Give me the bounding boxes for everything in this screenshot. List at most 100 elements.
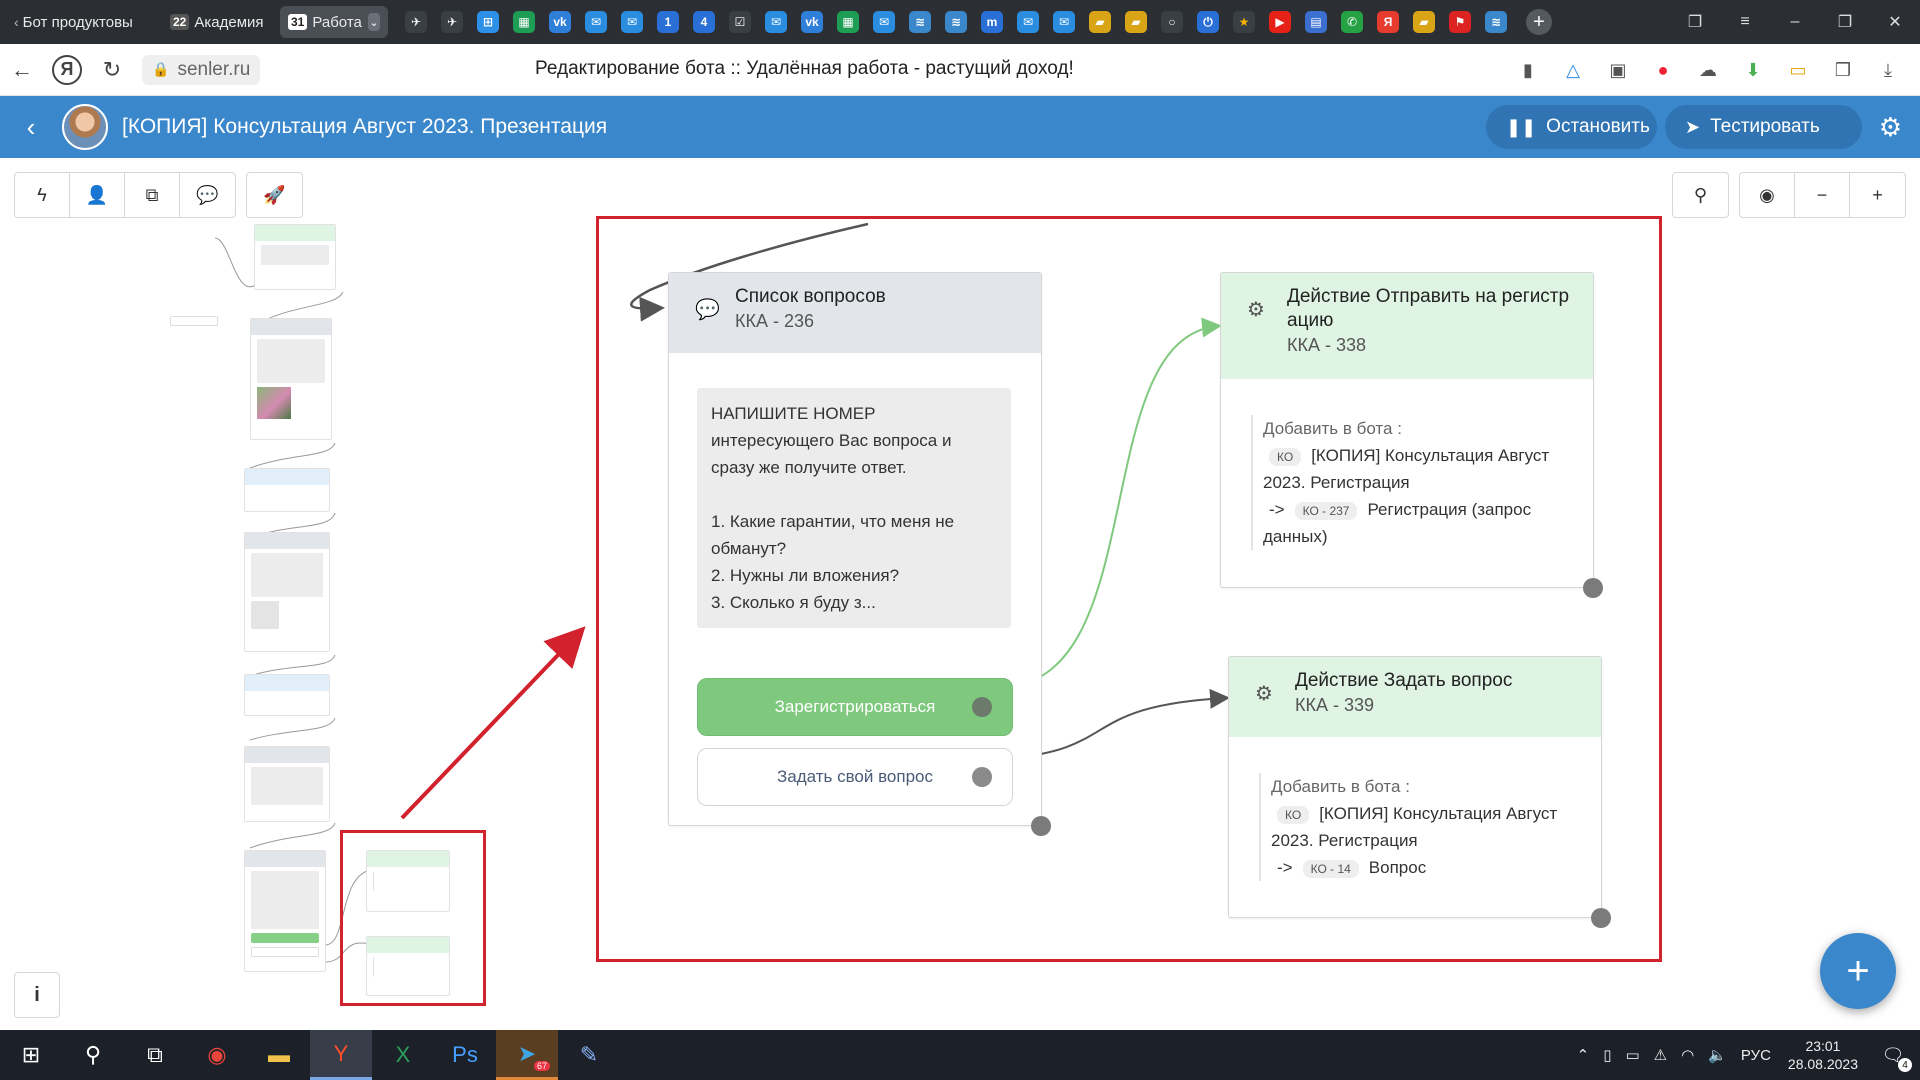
register-button[interactable]: Зарегистрироваться (697, 678, 1013, 736)
minimap-node[interactable] (244, 468, 330, 512)
back-arrow-icon[interactable]: ← (0, 57, 44, 83)
whatsapp-icon[interactable]: ✆ (1341, 11, 1363, 33)
wifi-icon[interactable]: ◠ (1681, 1046, 1694, 1064)
chevron-up-icon[interactable]: ⌃ (1577, 1046, 1590, 1064)
minimap-node[interactable] (244, 532, 330, 652)
notification-icon[interactable]: 🗨 4 (1878, 1040, 1912, 1072)
plane-icon[interactable]: ✈ (441, 11, 463, 33)
file-explorer-icon[interactable]: ▬ (248, 1030, 310, 1080)
m-icon[interactable]: m (981, 11, 1003, 33)
question-node[interactable]: 💬 Список вопросов ККА - 236 НАПИШИТЕ НОМ… (668, 272, 1051, 836)
check-icon[interactable]: ☑ (729, 11, 751, 33)
yandex-icon[interactable]: Я (52, 54, 82, 85)
tabs-overview-icon[interactable]: ❐ (1670, 12, 1720, 32)
green-arrow-icon[interactable]: ⬇ (1737, 54, 1769, 86)
ask-question-button[interactable]: Задать свой вопрос (697, 748, 1013, 806)
circle-icon[interactable]: ○ (1161, 11, 1183, 33)
senler-icon[interactable]: ≋ (909, 11, 931, 33)
browser-tab-bot[interactable]: ‹ Бот продуктовы (6, 6, 156, 38)
sheets-icon[interactable]: ▦ (837, 11, 859, 33)
close-icon[interactable]: ✕ (1870, 12, 1920, 32)
search-icon[interactable]: ⚲ (62, 1030, 124, 1080)
language-indicator[interactable]: РУС (1741, 1047, 1771, 1064)
bank-icon[interactable]: ▰ (1413, 11, 1435, 33)
screenshot-icon[interactable]: ▣ (1602, 54, 1634, 86)
paint-icon[interactable]: ✎ (558, 1030, 620, 1080)
device-icon[interactable]: ▯ (1603, 1046, 1611, 1064)
minimap-node[interactable] (244, 674, 330, 716)
power-icon[interactable]: ⏻ (1197, 11, 1219, 33)
node-output-handle[interactable] (1031, 816, 1051, 836)
add-block-button[interactable]: + (1820, 933, 1896, 1009)
browser-tab-academy[interactable]: 22 Академия (162, 6, 274, 38)
photoshop-icon[interactable]: Ps (434, 1030, 496, 1080)
minimap-node[interactable] (250, 318, 332, 440)
chat-icon[interactable]: ✉ (873, 11, 895, 33)
star-icon[interactable]: ★ (1233, 11, 1255, 33)
minimap-node[interactable] (244, 746, 330, 822)
minimap-node[interactable] (254, 224, 336, 290)
restore-icon[interactable]: ❐ (1820, 12, 1870, 32)
vk-icon[interactable]: vk (801, 11, 823, 33)
chat-icon[interactable]: ✉ (765, 11, 787, 33)
minimap-tiny-node[interactable] (170, 316, 218, 326)
excel-icon[interactable]: X (372, 1030, 434, 1080)
plus-square-icon[interactable]: ⊞ (477, 11, 499, 33)
connector-handle[interactable] (972, 767, 992, 787)
chevron-down-icon[interactable]: ⌄ (367, 13, 380, 31)
battery-icon[interactable]: ▭ (1782, 54, 1814, 86)
stop-button[interactable]: ❚❚ Остановить (1486, 105, 1657, 149)
record-icon[interactable]: ● (1647, 54, 1679, 86)
back-chevron-icon[interactable]: ‹ (0, 112, 62, 143)
flag-icon[interactable]: ⚑ (1449, 11, 1471, 33)
node-output-handle[interactable] (1583, 578, 1603, 598)
windows-start-icon[interactable]: ⊞ (0, 1030, 62, 1080)
new-tab-button[interactable]: + (1526, 9, 1552, 35)
task-view-icon[interactable]: ⧉ (124, 1030, 186, 1080)
node-id: ККА - 236 (735, 311, 815, 331)
chat-icon[interactable]: ✉ (1053, 11, 1075, 33)
yandex-browser-icon[interactable]: Y (310, 1030, 372, 1080)
senler-icon[interactable]: ≋ (1485, 11, 1507, 33)
four-icon[interactable]: 4 (693, 11, 715, 33)
reload-icon[interactable]: ↻ (90, 57, 134, 83)
cloud-download-icon[interactable]: ☁ (1692, 54, 1724, 86)
senler-icon[interactable]: ≋ (945, 11, 967, 33)
clock[interactable]: 23:01 28.08.2023 (1788, 1037, 1858, 1073)
action-node-ask[interactable]: ⚙ Действие Задать вопрос ККА - 339 Добав… (1228, 656, 1611, 928)
collections-icon[interactable]: ❒ (1827, 54, 1859, 86)
doc-icon[interactable]: ▤ (1305, 11, 1327, 33)
browser-tab-work[interactable]: 31 Работа ⌄ (280, 6, 388, 38)
test-button[interactable]: ➤ Тестировать (1665, 105, 1862, 149)
yandex-icon[interactable]: Я (1377, 11, 1399, 33)
minimap-node[interactable] (244, 850, 326, 972)
chrome-icon[interactable]: ◉ (186, 1030, 248, 1080)
plane-icon[interactable]: ✈ (405, 11, 427, 33)
red-annotation-arrow (400, 626, 586, 820)
network-error-icon[interactable]: ⚠ (1654, 1046, 1667, 1064)
connector-handle[interactable] (972, 697, 992, 717)
youtube-icon[interactable]: ▶ (1269, 11, 1291, 33)
download-icon[interactable]: ⤓ (1872, 54, 1904, 86)
chat-icon[interactable]: ✉ (585, 11, 607, 33)
gear-icon[interactable]: ⚙ (1879, 112, 1902, 143)
triangle-extension-icon[interactable]: △ (1557, 54, 1589, 86)
one-icon[interactable]: 1 (657, 11, 679, 33)
menu-icon[interactable]: ≡ (1720, 13, 1770, 31)
vk-icon[interactable]: vk (549, 11, 571, 33)
bot-editor-canvas[interactable]: ϟ 👤 ⧉ 💬 🚀 ⚲ ◉ − + i 💬 Список вопросов КК… (0, 158, 1920, 1030)
battery-icon[interactable]: ▭ (1625, 1046, 1639, 1064)
step-pill: КО - 237 (1294, 502, 1358, 520)
node-output-handle[interactable] (1591, 908, 1611, 928)
url-field[interactable]: 🔒 senler.ru (142, 54, 261, 85)
chat-icon[interactable]: ✉ (621, 11, 643, 33)
action-node-register[interactable]: ⚙ Действие Отправить на регистр ацию ККА… (1220, 272, 1603, 598)
volume-icon[interactable]: 🔈 (1708, 1046, 1727, 1064)
chat-icon[interactable]: ✉ (1017, 11, 1039, 33)
telegram-icon[interactable]: ➤ 67 (496, 1030, 558, 1080)
bank-icon[interactable]: ▰ (1125, 11, 1147, 33)
bookmark-icon[interactable]: ▮ (1512, 54, 1544, 86)
minimize-icon[interactable]: – (1770, 13, 1820, 31)
bank-icon[interactable]: ▰ (1089, 11, 1111, 33)
sheets-icon[interactable]: ▦ (513, 11, 535, 33)
